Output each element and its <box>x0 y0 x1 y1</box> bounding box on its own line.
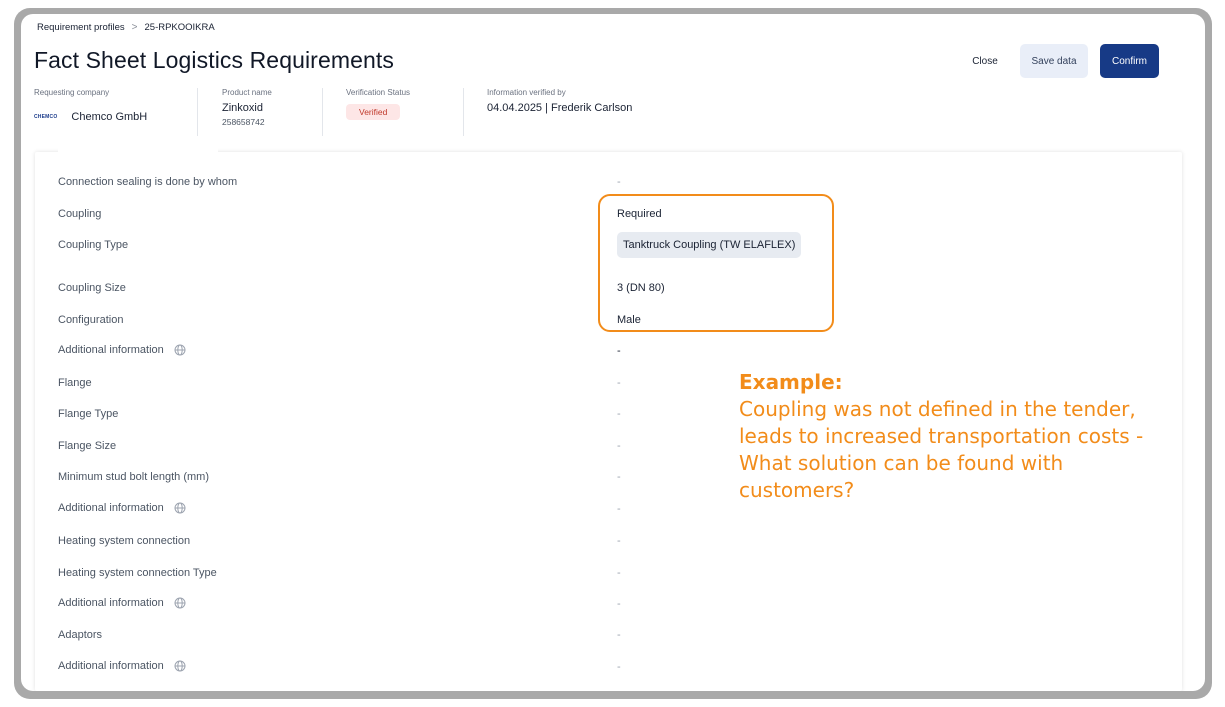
row-label: Connection sealing is done by whom <box>58 176 238 188</box>
annotation-heading: Example: <box>739 370 843 394</box>
row-label: Additional information <box>58 660 164 672</box>
verification-status-label: Verification Status <box>346 88 411 97</box>
row-label: Flange Type <box>58 408 119 420</box>
additional-information-row: Additional information <box>58 344 186 356</box>
breadcrumb-current: 25-RPKOOIKRA <box>144 22 215 33</box>
verified-by: Information verified by 04.04.2025 | Fre… <box>487 88 632 114</box>
additional-information-row: Additional information <box>58 502 186 514</box>
row-label: Adaptors <box>58 629 103 641</box>
save-data-button[interactable]: Save data <box>1020 44 1088 78</box>
globe-icon[interactable] <box>174 502 186 514</box>
row-value: - <box>617 503 621 515</box>
divider <box>463 88 464 136</box>
divider <box>322 88 323 136</box>
company-logo: CHEMCO <box>34 114 58 120</box>
row-label: Minimum stud bolt length (mm) <box>58 471 209 483</box>
confirm-button[interactable]: Confirm <box>1100 44 1159 78</box>
row-value: - <box>617 661 621 673</box>
row-value: - <box>617 471 621 483</box>
annotation-body: Coupling was not defined in the tender, … <box>739 397 1144 502</box>
app-window: Requirement profiles > 25-RPKOOIKRA Fact… <box>21 14 1205 691</box>
row-label: Configuration <box>58 314 124 326</box>
requesting-company: Requesting company CHEMCO Chemco GmbH <box>34 88 147 123</box>
row-label: Flange <box>58 377 92 389</box>
row-label: Flange Size <box>58 440 117 452</box>
row-value: - <box>617 176 621 188</box>
requesting-company-label: Requesting company <box>34 88 110 97</box>
row-label: Heating system connection Type <box>58 567 217 579</box>
verification-status: Verification Status Verified <box>346 88 410 120</box>
row-value: - <box>617 440 621 452</box>
row-label: Additional information <box>58 344 164 356</box>
row-label: Coupling <box>58 208 102 220</box>
row-value: - <box>617 567 621 579</box>
row-label: Heating system connection <box>58 535 191 547</box>
breadcrumb-root[interactable]: Requirement profiles <box>37 22 125 33</box>
product-name: Zinkoxid <box>222 102 263 114</box>
page-title: Fact Sheet Logistics Requirements <box>34 47 394 73</box>
row-value: - <box>617 629 621 641</box>
breadcrumb: Requirement profiles > 25-RPKOOIKRA <box>37 22 215 33</box>
chevron-right-icon: > <box>131 22 138 33</box>
annotation-callout: Example: Coupling was not defined in the… <box>739 369 1159 504</box>
row-label: Additional information <box>58 502 164 514</box>
verified-by-value: 04.04.2025 | Frederik Carlson <box>487 102 633 114</box>
row-label: Coupling Size <box>58 282 126 294</box>
product-info: Product name Zinkoxid 258658742 <box>222 88 272 127</box>
row-value: - <box>617 598 621 610</box>
clipped-row <box>58 148 218 154</box>
status-badge: Verified <box>346 104 401 120</box>
globe-icon[interactable] <box>174 660 186 672</box>
row-value: - <box>617 408 621 420</box>
row-value: - <box>617 535 621 547</box>
globe-icon[interactable] <box>174 344 186 356</box>
additional-information-row: Additional information <box>58 660 186 672</box>
row-value: - <box>617 377 621 389</box>
row-label: Additional information <box>58 597 164 609</box>
company-name: Chemco GmbH <box>71 111 148 123</box>
coupling-highlight-box <box>598 194 834 332</box>
row-label: Coupling Type <box>58 239 129 251</box>
row-value: - <box>617 345 621 357</box>
globe-icon[interactable] <box>174 597 186 609</box>
product-name-label: Product name <box>222 88 272 97</box>
divider <box>197 88 198 136</box>
additional-information-row: Additional information <box>58 597 186 609</box>
product-number: 258658742 <box>222 117 265 127</box>
verified-by-label: Information verified by <box>487 88 566 97</box>
close-button[interactable]: Close <box>960 44 1010 78</box>
